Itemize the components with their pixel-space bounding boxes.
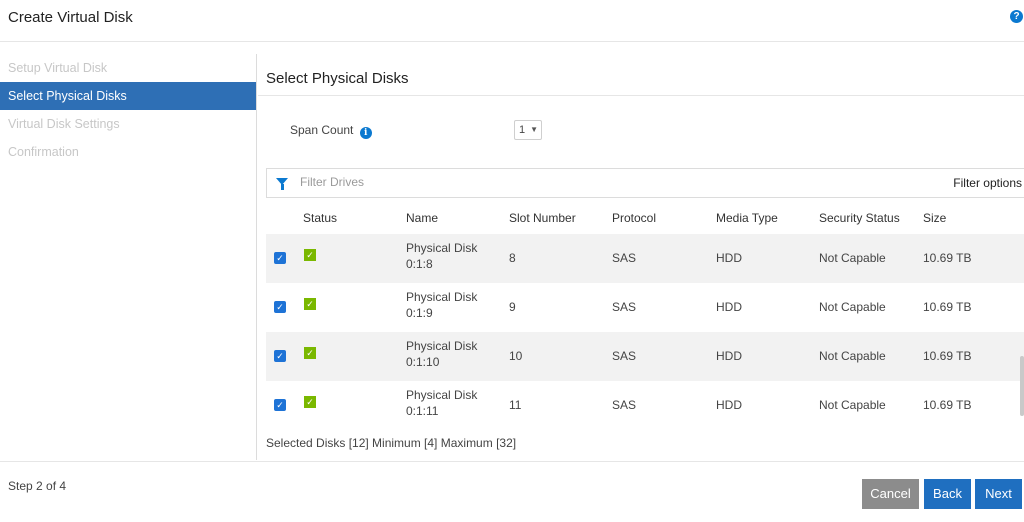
wizard-footer: Step 2 of 4 Cancel Back Next [0, 461, 1024, 522]
back-button[interactable]: Back [924, 479, 971, 509]
disk-name-line2: 0:1:9 [406, 306, 433, 320]
section-divider [258, 95, 1024, 96]
disk-name-line2: 0:1:11 [406, 404, 439, 418]
step-indicator: Step 2 of 4 [8, 479, 67, 493]
table-header: Status Name Slot Number Protocol Media T… [266, 202, 1024, 234]
media-type: HDD [716, 300, 742, 314]
wizard-steps-sidebar: Setup Virtual Disk Select Physical Disks… [0, 54, 257, 460]
column-protocol[interactable]: Protocol [612, 211, 656, 225]
disk-name: Physical Disk 0:1:8 [406, 240, 477, 272]
step-setup-virtual-disk[interactable]: Setup Virtual Disk [0, 54, 256, 82]
column-slot-number[interactable]: Slot Number [509, 211, 576, 225]
slot-number: 8 [509, 251, 516, 265]
row-checkbox[interactable]: ✓ [274, 399, 286, 411]
disk-name-line1: Physical Disk [406, 339, 478, 353]
step-virtual-disk-settings[interactable]: Virtual Disk Settings [0, 110, 256, 138]
table-row[interactable]: ✓ ✓ Physical Disk 0:1:8 8 SAS HDD Not Ca… [266, 234, 1024, 283]
disk-name-line2: 0:1:8 [406, 257, 433, 271]
next-button[interactable]: Next [975, 479, 1022, 509]
step-select-physical-disks[interactable]: Select Physical Disks [0, 82, 256, 110]
span-count-label: Span Count i [290, 123, 372, 139]
cancel-button[interactable]: Cancel [862, 479, 919, 509]
chevron-down-icon: ▼ [530, 125, 538, 134]
status-ok-icon: ✓ [304, 298, 316, 310]
disk-name: Physical Disk 0:1:11 [406, 387, 477, 419]
table-row[interactable]: ✓ ✓ Physical Disk 0:1:9 9 SAS HDD Not Ca… [266, 283, 1024, 332]
disk-name: Physical Disk 0:1:10 [406, 338, 477, 370]
table-row[interactable]: ✓ ✓ Physical Disk 0:1:10 10 SAS HDD Not … [266, 332, 1024, 381]
media-type: HDD [716, 251, 742, 265]
disk-name-line2: 0:1:10 [406, 355, 440, 369]
selection-summary: Selected Disks [12] Minimum [4] Maximum … [266, 436, 517, 450]
column-size[interactable]: Size [923, 211, 946, 225]
protocol: SAS [612, 398, 637, 412]
protocol: SAS [612, 349, 637, 363]
info-icon[interactable]: i [359, 127, 372, 139]
filter-bar: Filter options [266, 168, 1024, 198]
disk-size: 10.69 TB [923, 300, 972, 314]
physical-disks-table: Status Name Slot Number Protocol Media T… [266, 202, 1024, 430]
media-type: HDD [716, 398, 742, 412]
span-count-value: 1 [519, 124, 526, 136]
protocol: SAS [612, 251, 637, 265]
section-title: Select Physical Disks [266, 70, 409, 87]
disk-name-line1: Physical Disk [406, 388, 478, 402]
slot-number: 10 [509, 349, 523, 363]
row-checkbox[interactable]: ✓ [274, 350, 286, 362]
filter-drives-input[interactable] [300, 175, 700, 189]
security-status: Not Capable [819, 251, 886, 265]
step-confirmation[interactable]: Confirmation [0, 138, 256, 166]
slot-number: 11 [509, 398, 522, 412]
security-status: Not Capable [819, 398, 886, 412]
filter-icon[interactable] [276, 178, 288, 190]
slot-number: 9 [509, 300, 516, 314]
security-status: Not Capable [819, 300, 886, 314]
help-icon[interactable]: ? [1010, 10, 1023, 23]
filter-options-link[interactable]: Filter options [953, 176, 1022, 190]
status-ok-icon: ✓ [304, 396, 316, 408]
column-name[interactable]: Name [406, 211, 438, 225]
table-row[interactable]: ✓ ✓ Physical Disk 0:1:11 11 SAS HDD Not … [266, 381, 1024, 430]
dialog-header: Create Virtual Disk ? [0, 0, 1024, 42]
column-status[interactable]: Status [303, 211, 337, 225]
span-count-select[interactable]: 1 ▼ [514, 120, 542, 140]
disk-name: Physical Disk 0:1:9 [406, 289, 477, 321]
disk-size: 10.69 TB [923, 251, 972, 265]
main-panel: Select Physical Disks Span Count i 1 ▼ F… [258, 54, 1024, 460]
column-media-type[interactable]: Media Type [716, 211, 778, 225]
disk-name-line1: Physical Disk [406, 290, 478, 304]
disk-size: 10.69 TB [923, 349, 972, 363]
span-count-label-text: Span Count [290, 123, 354, 137]
media-type: HDD [716, 349, 742, 363]
status-ok-icon: ✓ [304, 249, 316, 261]
protocol: SAS [612, 300, 637, 314]
disk-name-line1: Physical Disk [406, 241, 478, 255]
table-scrollbar[interactable] [1020, 356, 1024, 416]
disk-size: 10.69 TB [923, 398, 972, 412]
security-status: Not Capable [819, 349, 886, 363]
column-security-status[interactable]: Security Status [819, 211, 900, 225]
row-checkbox[interactable]: ✓ [274, 252, 286, 264]
row-checkbox[interactable]: ✓ [274, 301, 286, 313]
status-ok-icon: ✓ [304, 347, 316, 359]
dialog-title: Create Virtual Disk [8, 9, 133, 26]
